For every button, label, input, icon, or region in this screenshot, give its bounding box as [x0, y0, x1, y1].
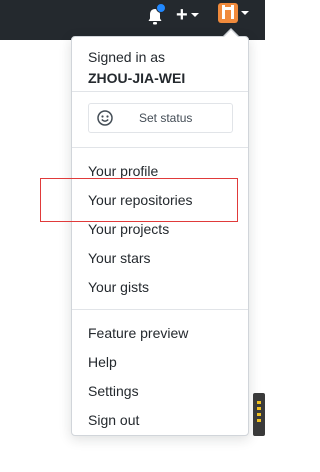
- caret-down-icon: [190, 13, 199, 17]
- create-new-menu-button[interactable]: +: [176, 5, 199, 25]
- menu-item-your-projects[interactable]: Your projects: [88, 219, 169, 239]
- menu-item-settings[interactable]: Settings: [88, 381, 139, 401]
- plus-icon: +: [176, 4, 188, 26]
- notification-indicator: [156, 3, 166, 13]
- username: ZHOU-JIA-WEI: [88, 70, 186, 86]
- menu-item-your-gists[interactable]: Your gists: [88, 277, 149, 297]
- dropdown-pointer-fill: [224, 30, 238, 37]
- smiley-icon: [97, 110, 113, 126]
- menu-item-help[interactable]: Help: [88, 352, 117, 372]
- divider: [72, 91, 248, 92]
- set-status-button[interactable]: Set status: [88, 103, 233, 133]
- set-status-label: Set status: [139, 111, 193, 125]
- user-dropdown-menu: Signed in as ZHOU-JIA-WEI Set status You…: [71, 36, 249, 436]
- divider: [72, 309, 248, 310]
- highlight-annotation-box: [40, 178, 238, 222]
- menu-item-feature-preview[interactable]: Feature preview: [88, 323, 188, 343]
- side-widget: [253, 393, 265, 436]
- menu-item-sign-out[interactable]: Sign out: [88, 410, 139, 430]
- signed-in-label: Signed in as: [88, 49, 166, 65]
- user-menu-button[interactable]: [218, 3, 249, 23]
- signed-in-info: Signed in as ZHOU-JIA-WEI: [88, 47, 185, 88]
- avatar: [218, 3, 238, 23]
- divider: [72, 147, 248, 148]
- menu-item-your-stars[interactable]: Your stars: [88, 248, 151, 268]
- caret-down-icon: [241, 11, 249, 15]
